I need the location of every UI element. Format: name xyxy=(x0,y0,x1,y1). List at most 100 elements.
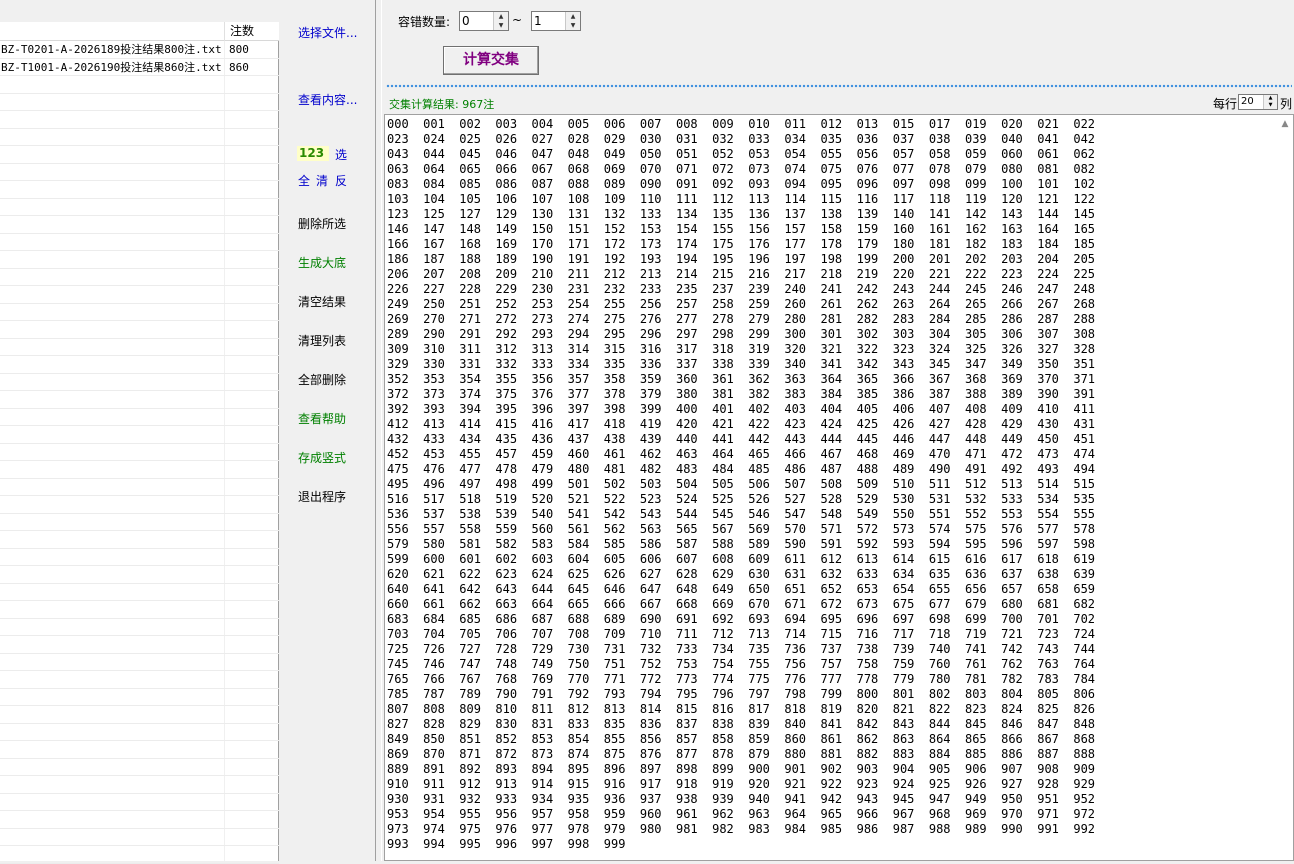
result-line: 640 641 642 643 644 645 646 647 648 649 … xyxy=(387,582,1096,596)
empty-row xyxy=(0,303,279,321)
file-row[interactable]: BZ-T1001-A-2026190投注结果860注.txt 860 xyxy=(0,58,279,76)
spin-up-icon[interactable]: ▲ xyxy=(566,12,580,21)
column-divider xyxy=(224,111,225,128)
result-line: 516 517 518 519 520 521 522 523 524 525 … xyxy=(387,492,1096,506)
result-line: 683 684 685 686 687 688 689 690 691 692 … xyxy=(387,612,1096,626)
empty-row xyxy=(0,93,279,111)
result-line: 993 994 995 996 997 998 999 xyxy=(387,837,626,851)
empty-row xyxy=(0,198,279,216)
result-line: 063 064 065 066 067 068 069 070 071 072 … xyxy=(387,162,1096,176)
empty-row xyxy=(0,618,279,636)
spin-down-icon[interactable]: ▼ xyxy=(566,21,580,30)
spin-up-icon[interactable]: ▲ xyxy=(1264,95,1277,102)
column-divider xyxy=(224,548,225,565)
result-line: 579 580 581 582 583 584 585 586 587 588 … xyxy=(387,537,1096,551)
column-divider xyxy=(224,478,225,495)
tolerance-max-value[interactable]: 1 xyxy=(534,14,542,28)
empty-row xyxy=(0,286,279,304)
empty-row xyxy=(0,793,279,811)
spinner-arrows[interactable]: ▲ ▼ xyxy=(565,12,580,30)
file-row[interactable]: BZ-T0201-A-2026189投注结果800注.txt 800 xyxy=(0,41,279,59)
result-textarea[interactable]: 000 001 002 003 004 005 006 007 008 009 … xyxy=(384,114,1294,861)
result-line: 745 746 747 748 749 750 751 752 753 754 … xyxy=(387,657,1096,671)
spin-down-icon[interactable]: ▼ xyxy=(1264,102,1277,109)
spin-up-icon[interactable]: ▲ xyxy=(494,12,508,21)
empty-row xyxy=(0,391,279,409)
tolerance-max-spinner[interactable]: 1 ▲ ▼ xyxy=(531,11,581,31)
result-line: 269 270 271 272 273 274 275 276 277 278 … xyxy=(387,312,1096,326)
generate-base-button[interactable]: 生成大底 xyxy=(298,254,346,271)
column-divider xyxy=(224,373,225,390)
column-divider xyxy=(224,303,225,320)
calculate-intersection-button[interactable]: 计算交集 xyxy=(443,46,539,75)
column-divider xyxy=(224,233,225,250)
select-file-link[interactable]: 选择文件... xyxy=(298,24,357,41)
invert-selection-link[interactable]: 反 xyxy=(335,172,347,189)
per-row-spinner[interactable]: 20 ▲ ▼ xyxy=(1238,94,1278,110)
exit-button[interactable]: 退出程序 xyxy=(298,488,346,505)
column-divider xyxy=(224,671,225,688)
spinner-arrows[interactable]: ▲ ▼ xyxy=(493,12,508,30)
result-line: 703 704 705 706 707 708 709 710 711 712 … xyxy=(387,627,1096,641)
result-line: 000 001 002 003 004 005 006 007 008 009 … xyxy=(387,117,1096,131)
empty-row xyxy=(0,426,279,444)
result-line: 309 310 311 312 313 314 315 316 317 318 … xyxy=(387,342,1096,356)
select-all-link[interactable]: 全 xyxy=(298,172,310,189)
empty-row xyxy=(0,706,279,724)
column-divider xyxy=(224,128,225,145)
spin-down-icon[interactable]: ▼ xyxy=(494,21,508,30)
clear-result-button[interactable]: 清空结果 xyxy=(298,293,346,310)
spinner-arrows[interactable]: ▲ ▼ xyxy=(1263,95,1277,109)
empty-row xyxy=(0,636,279,654)
file-list[interactable]: 注数 BZ-T0201-A-2026189投注结果800注.txt 800 BZ-T… xyxy=(0,22,279,864)
empty-row xyxy=(0,566,279,584)
column-divider xyxy=(224,356,225,373)
clear-selection-link[interactable]: 清 xyxy=(316,172,328,189)
column-divider xyxy=(224,811,225,828)
empty-row xyxy=(0,251,279,269)
view-help-button[interactable]: 查看帮助 xyxy=(298,410,346,427)
empty-row xyxy=(0,583,279,601)
column-divider xyxy=(224,566,225,583)
empty-row xyxy=(0,163,279,181)
empty-row xyxy=(0,548,279,566)
view-content-link[interactable]: 查看内容... xyxy=(298,91,357,108)
result-line: 556 557 558 559 560 561 562 563 565 567 … xyxy=(387,522,1096,536)
column-divider xyxy=(224,76,225,93)
tolerance-min-value[interactable]: 0 xyxy=(462,14,470,28)
result-line: 249 250 251 252 253 254 255 256 257 258 … xyxy=(387,297,1096,311)
result-line: 329 330 331 332 333 334 335 336 337 338 … xyxy=(387,357,1096,371)
result-line: 869 870 871 872 873 874 875 876 877 878 … xyxy=(387,747,1096,761)
per-row-value[interactable]: 20 xyxy=(1241,96,1254,107)
column-divider xyxy=(224,601,225,618)
column-divider xyxy=(224,338,225,355)
empty-row xyxy=(0,776,279,794)
empty-row xyxy=(0,741,279,759)
scroll-up-icon[interactable]: ▲ xyxy=(1279,119,1291,129)
column-divider xyxy=(224,513,225,530)
result-line: 166 167 168 169 170 171 172 173 174 175 … xyxy=(387,237,1096,251)
column-divider xyxy=(224,758,225,775)
file-rows: BZ-T0201-A-2026189投注结果800注.txt 800 BZ-T100… xyxy=(0,41,279,864)
column-divider xyxy=(224,41,225,58)
count-column-header[interactable]: 注数 xyxy=(224,22,279,41)
result-line: 043 044 045 046 047 048 049 050 051 052 … xyxy=(387,147,1096,161)
splitter[interactable] xyxy=(375,0,382,861)
per-row-label: 每行 xyxy=(1213,97,1238,111)
clean-list-button[interactable]: 清理列表 xyxy=(298,332,346,349)
result-text[interactable]: 000 001 002 003 004 005 006 007 008 009 … xyxy=(387,117,1277,852)
save-vertical-button[interactable]: 存成竖式 xyxy=(298,449,346,466)
column-divider xyxy=(224,531,225,548)
result-line: 206 207 208 209 210 211 212 213 214 215 … xyxy=(387,267,1096,281)
empty-row xyxy=(0,496,279,514)
file-list-header: 注数 xyxy=(0,22,279,41)
tolerance-min-spinner[interactable]: 0 ▲ ▼ xyxy=(459,11,509,31)
select-link[interactable]: 选 xyxy=(335,146,347,163)
empty-row xyxy=(0,531,279,549)
result-line: 910 911 912 913 914 915 916 917 918 919 … xyxy=(387,777,1096,791)
delete-selected-button[interactable]: 删除所选 xyxy=(298,215,346,232)
delete-all-button[interactable]: 全部删除 xyxy=(298,371,346,388)
range-separator: ~ xyxy=(512,13,523,27)
empty-row xyxy=(0,268,279,286)
column-divider xyxy=(224,846,225,863)
